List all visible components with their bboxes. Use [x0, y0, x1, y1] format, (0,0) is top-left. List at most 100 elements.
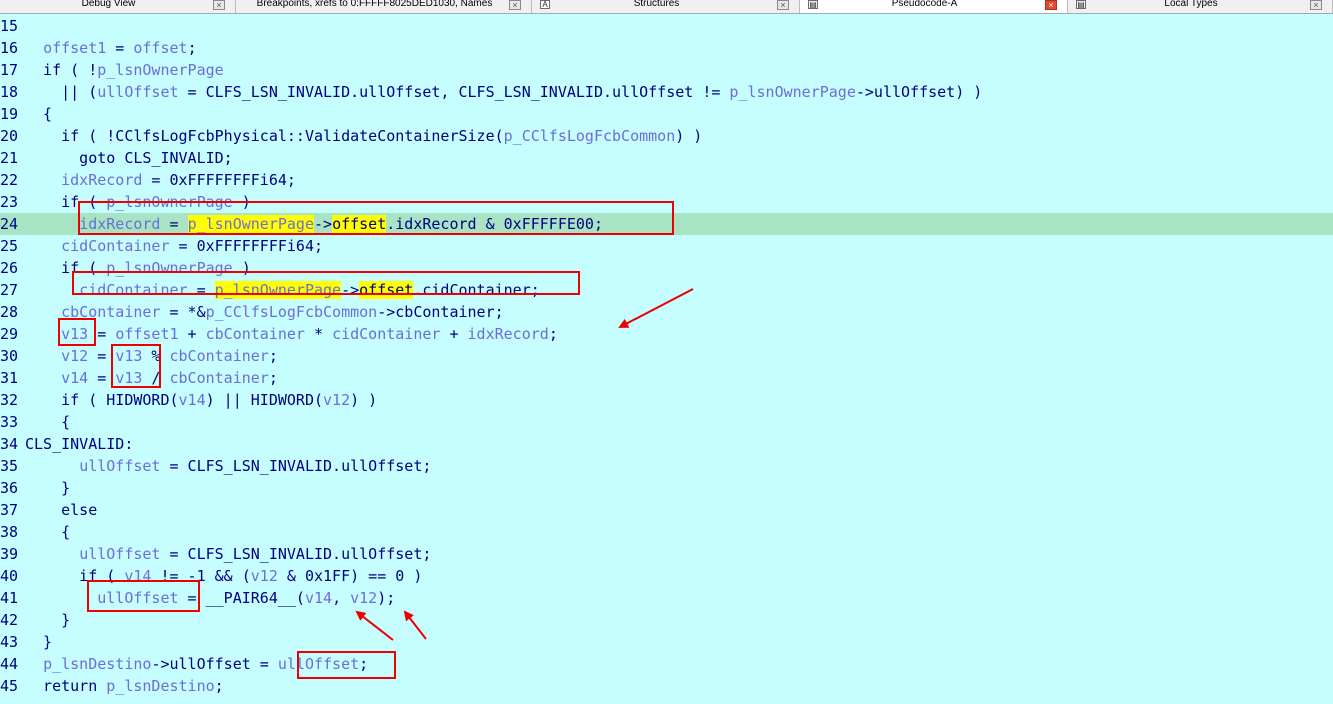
code-line[interactable]: 24 idxRecord = p_lsnOwnerPage->offset.id…	[0, 213, 1333, 235]
close-icon[interactable]: ×	[509, 0, 521, 10]
code-text[interactable]: goto CLS_INVALID;	[25, 147, 233, 169]
pseudocode-view[interactable]: 15 16 offset1 = offset; 17 if ( !p_lsnOwne…	[0, 14, 1333, 704]
code-identifier[interactable]: v12	[350, 589, 377, 607]
code-identifier[interactable]: cbContainer	[61, 303, 160, 321]
code-text[interactable]: CLS_INVALID:	[25, 433, 133, 455]
code-line[interactable]: 26 if ( p_lsnOwnerPage )	[0, 257, 1333, 279]
code-identifier[interactable]: v13	[61, 325, 88, 343]
code-text[interactable]: v12 = v13 % cbContainer;	[25, 345, 278, 367]
code-line[interactable]: 23 if ( p_lsnOwnerPage )	[0, 191, 1333, 213]
code-text[interactable]: }	[25, 477, 70, 499]
code-line[interactable]: 25 cidContainer = 0xFFFFFFFFi64;	[0, 235, 1333, 257]
code-identifier[interactable]: p_lsnDestino	[43, 655, 151, 673]
code-line[interactable]: 37 else	[0, 499, 1333, 521]
code-identifier[interactable]: ullOffset	[97, 83, 178, 101]
code-text[interactable]: if ( !CClfsLogFcbPhysical::ValidateConta…	[25, 125, 702, 147]
code-identifier[interactable]: v14	[305, 589, 332, 607]
code-identifier[interactable]: cidContainer	[332, 325, 440, 343]
code-line[interactable]: 18 || (ullOffset = CLFS_LSN_INVALID.ullO…	[0, 81, 1333, 103]
code-text[interactable]: if ( !p_lsnOwnerPage	[25, 59, 224, 81]
code-identifier[interactable]: v14	[61, 369, 88, 387]
code-text[interactable]: }	[25, 631, 52, 653]
code-text[interactable]: idxRecord = 0xFFFFFFFFi64;	[25, 169, 296, 191]
code-identifier[interactable]: idxRecord	[79, 215, 160, 233]
code-identifier[interactable]: p_CClfsLogFcbCommon	[206, 303, 378, 321]
tab-breakpoints[interactable]: Breakpoints, xrefs to 0:FFFFF8025DED1030…	[236, 0, 532, 13]
code-identifier[interactable]: cbContainer	[170, 347, 269, 365]
close-icon[interactable]: ×	[213, 0, 225, 10]
code-line[interactable]: 20 if ( !CClfsLogFcbPhysical::ValidateCo…	[0, 125, 1333, 147]
code-text[interactable]: cbContainer = *&p_CClfsLogFcbCommon->cbC…	[25, 301, 504, 323]
code-text[interactable]: v14 = v13 / cbContainer;	[25, 367, 278, 389]
code-line[interactable]: 27 cidContainer = p_lsnOwnerPage->offset…	[0, 279, 1333, 301]
code-identifier[interactable]: p_lsnOwnerPage	[106, 193, 232, 211]
code-line[interactable]: 17 if ( !p_lsnOwnerPage	[0, 59, 1333, 81]
code-identifier[interactable]: ullOffset	[278, 655, 359, 673]
code-identifier[interactable]: p_lsnOwnerPage	[214, 281, 342, 299]
code-line[interactable]: 36 }	[0, 477, 1333, 499]
code-identifier[interactable]: cbContainer	[170, 369, 269, 387]
code-text[interactable]: if ( v14 != -1 && (v12 & 0x1FF) == 0 )	[25, 565, 422, 587]
code-text[interactable]: {	[25, 411, 70, 433]
code-text[interactable]: p_lsnDestino->ullOffset = ullOffset;	[25, 653, 368, 675]
code-identifier[interactable]: cidContainer	[79, 281, 187, 299]
code-line[interactable]: 35 ullOffset = CLFS_LSN_INVALID.ullOffse…	[0, 455, 1333, 477]
code-line[interactable]: 28 cbContainer = *&p_CClfsLogFcbCommon->…	[0, 301, 1333, 323]
code-identifier[interactable]: ullOffset	[97, 589, 178, 607]
code-identifier[interactable]: v13	[115, 369, 142, 387]
code-text[interactable]: return p_lsnDestino;	[25, 675, 224, 697]
code-text[interactable]: else	[25, 499, 97, 521]
code-identifier[interactable]: v12	[251, 567, 278, 585]
code-identifier[interactable]: idxRecord	[468, 325, 549, 343]
code-text[interactable]: ullOffset = __PAIR64__(v14, v12);	[25, 587, 395, 609]
code-line[interactable]: 43 }	[0, 631, 1333, 653]
code-text[interactable]: cidContainer = p_lsnOwnerPage->offset.ci…	[25, 279, 540, 301]
code-text[interactable]: }	[25, 609, 70, 631]
code-line[interactable]: 45 return p_lsnDestino;	[0, 675, 1333, 697]
code-line[interactable]: 38 {	[0, 521, 1333, 543]
code-identifier[interactable]: p_CClfsLogFcbCommon	[504, 127, 676, 145]
code-identifier[interactable]: p_lsnOwnerPage	[106, 259, 232, 277]
tab-pseudocode-a[interactable]: ▤ Pseudocode-A ×	[800, 0, 1068, 13]
code-text[interactable]: {	[25, 521, 70, 543]
code-line[interactable]: 32 if ( HIDWORD(v14) || HIDWORD(v12) )	[0, 389, 1333, 411]
code-identifier[interactable]: offset1	[43, 39, 106, 57]
code-text[interactable]: if ( HIDWORD(v14) || HIDWORD(v12) )	[25, 389, 377, 411]
code-identifier[interactable]: p_lsnOwnerPage	[729, 83, 855, 101]
code-identifier[interactable]: offset1	[115, 325, 178, 343]
code-text[interactable]: || (ullOffset = CLFS_LSN_INVALID.ullOffs…	[25, 81, 982, 103]
code-line[interactable]: 29 v13 = offset1 + cbContainer * cidCont…	[0, 323, 1333, 345]
code-text[interactable]: ullOffset = CLFS_LSN_INVALID.ullOffset;	[25, 543, 431, 565]
code-text[interactable]: ullOffset = CLFS_LSN_INVALID.ullOffset;	[25, 455, 431, 477]
code-text[interactable]: idxRecord = p_lsnOwnerPage->offset.idxRe…	[25, 213, 603, 235]
code-line[interactable]: 16 offset1 = offset;	[0, 37, 1333, 59]
code-identifier[interactable]: idxRecord	[61, 171, 142, 189]
code-identifier[interactable]: p_lsnDestino	[106, 677, 214, 695]
code-identifier[interactable]: p_lsnOwnerPage	[187, 215, 314, 233]
code-identifier[interactable]: offset	[133, 39, 187, 57]
code-identifier[interactable]: p_lsnOwnerPage	[97, 61, 223, 79]
code-text[interactable]: cidContainer = 0xFFFFFFFFi64;	[25, 235, 323, 257]
close-icon[interactable]: ×	[1045, 0, 1057, 10]
code-line[interactable]: 15	[0, 15, 1333, 37]
code-identifier[interactable]: ullOffset	[79, 457, 160, 475]
tab-structures[interactable]: A Structures ×	[532, 0, 800, 13]
code-text[interactable]: if ( p_lsnOwnerPage )	[25, 257, 251, 279]
code-line[interactable]: 31 v14 = v13 / cbContainer;	[0, 367, 1333, 389]
code-text[interactable]: {	[25, 103, 52, 125]
code-identifier[interactable]: cidContainer	[61, 237, 169, 255]
code-line[interactable]: 34 CLS_INVALID:	[0, 433, 1333, 455]
code-line[interactable]: 40 if ( v14 != -1 && (v12 & 0x1FF) == 0 …	[0, 565, 1333, 587]
tab-debug-view[interactable]: Debug View ×	[0, 0, 236, 13]
code-identifier[interactable]: v14	[124, 567, 151, 585]
code-line[interactable]: 19 {	[0, 103, 1333, 125]
code-line[interactable]: 42 }	[0, 609, 1333, 631]
code-line[interactable]: 41 ullOffset = __PAIR64__(v14, v12);	[0, 587, 1333, 609]
code-line[interactable]: 44 p_lsnDestino->ullOffset = ullOffset;	[0, 653, 1333, 675]
code-line[interactable]: 30 v12 = v13 % cbContainer;	[0, 345, 1333, 367]
code-line[interactable]: 33 {	[0, 411, 1333, 433]
code-identifier[interactable]: v14	[179, 391, 206, 409]
code-line[interactable]: 21 goto CLS_INVALID;	[0, 147, 1333, 169]
code-line[interactable]: 39 ullOffset = CLFS_LSN_INVALID.ullOffse…	[0, 543, 1333, 565]
code-line[interactable]: 22 idxRecord = 0xFFFFFFFFi64;	[0, 169, 1333, 191]
